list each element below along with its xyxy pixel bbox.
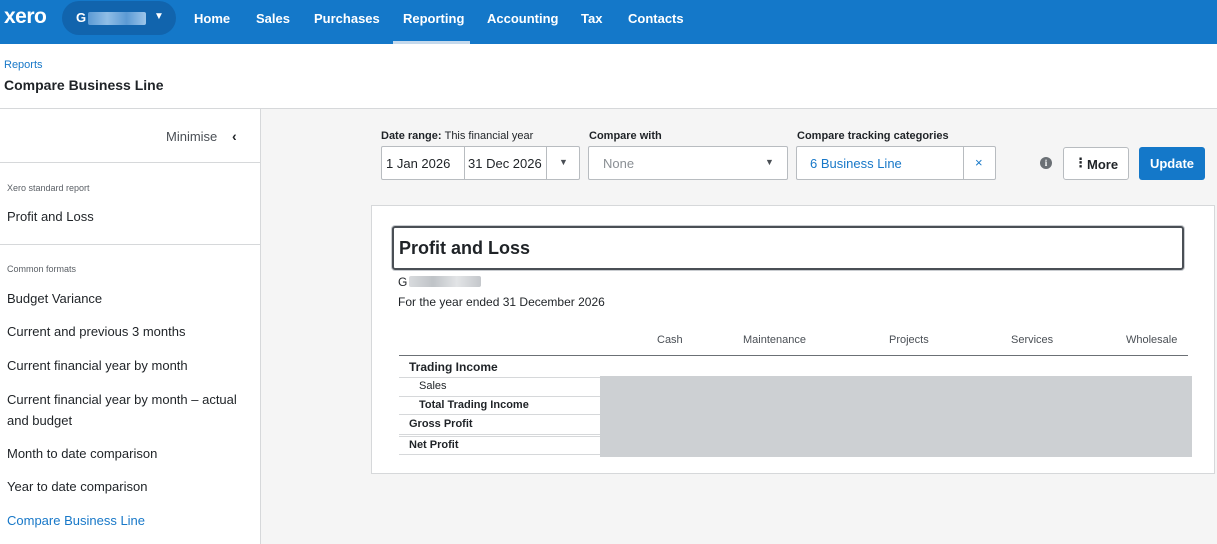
chevron-down-icon[interactable]: ▼ <box>559 157 568 167</box>
nav-home[interactable]: Home <box>194 11 230 26</box>
row-trading-income: Trading Income <box>409 360 498 374</box>
sidebar-item-compare-business-line[interactable]: Compare Business Line <box>7 510 247 531</box>
sidebar-item-budget-variance[interactable]: Budget Variance <box>7 288 247 309</box>
row-divider <box>399 414 600 415</box>
nav-tax[interactable]: Tax <box>581 11 602 26</box>
nav-purchases[interactable]: Purchases <box>314 11 380 26</box>
row-divider <box>399 396 600 397</box>
nav-contacts[interactable]: Contacts <box>628 11 684 26</box>
date-range-field: 1 Jan 2026 31 Dec 2026 ▼ <box>381 146 580 180</box>
row-divider <box>399 434 600 435</box>
top-navigation-bar: xero G ▼ Home Sales Purchases Reporting … <box>0 0 1217 44</box>
compare-with-label: Compare with <box>589 130 662 142</box>
report-sidebar: Minimise ‹ Xero standard report Profit a… <box>0 109 261 544</box>
org-name-redacted <box>88 12 146 25</box>
org-initial: G <box>76 10 87 25</box>
divider <box>0 244 260 245</box>
redacted-values-block <box>600 376 1192 457</box>
sidebar-item-current-fy-actual-and-budget[interactable]: Current financial year by month – actual… <box>7 389 247 431</box>
column-header-services: Services <box>1011 334 1054 346</box>
more-button-label: More <box>1087 157 1119 172</box>
update-button[interactable]: Update <box>1139 147 1205 180</box>
compare-with-value: None <box>603 156 635 171</box>
tracking-categories-value: 6 Business Line <box>810 156 902 171</box>
date-from-input[interactable]: 1 Jan 2026 <box>386 156 450 171</box>
divider <box>546 147 547 179</box>
date-range-label: Date range: This financial year <box>381 130 533 142</box>
divider <box>464 147 465 179</box>
xero-logo[interactable]: xero <box>4 6 47 30</box>
compare-with-select[interactable]: None ▼ <box>588 146 788 180</box>
report-org-initial: G <box>398 275 408 289</box>
report-title-input[interactable]: Profit and Loss <box>392 226 1184 270</box>
row-divider <box>399 436 600 437</box>
more-button[interactable]: ⋮ More <box>1063 147 1129 180</box>
page-title: Compare Business Line <box>4 77 164 93</box>
row-divider <box>399 377 600 378</box>
chevron-down-icon: ▼ <box>765 157 774 167</box>
report-card: Profit and Loss G For the year ended 31 … <box>371 205 1215 474</box>
minimise-label[interactable]: Minimise <box>166 129 217 144</box>
row-sales[interactable]: Sales <box>419 380 447 392</box>
section-heading-common: Common formats <box>7 264 77 274</box>
report-period: For the year ended 31 December 2026 <box>398 295 605 309</box>
sidebar-item-month-to-date[interactable]: Month to date comparison <box>7 443 247 464</box>
organisation-switcher[interactable]: G ▼ <box>62 1 176 35</box>
tracking-categories-label: Compare tracking categories <box>797 130 949 142</box>
date-range-label-text: Date range: <box>381 130 442 142</box>
row-net-profit: Net Profit <box>409 439 459 451</box>
nav-reporting[interactable]: Reporting <box>403 11 464 26</box>
report-org-name-redacted <box>409 276 481 287</box>
page-header: Reports Compare Business Line <box>0 44 1217 109</box>
nav-accounting[interactable]: Accounting <box>487 11 559 26</box>
sidebar-item-profit-and-loss[interactable]: Profit and Loss <box>7 206 247 227</box>
column-header-wholesale: Wholesale <box>1126 334 1178 346</box>
nav-sales[interactable]: Sales <box>256 11 290 26</box>
column-header-maintenance: Maintenance <box>743 334 806 346</box>
tracking-categories-select[interactable]: 6 Business Line × <box>796 146 996 180</box>
column-header-projects: Projects <box>889 334 929 346</box>
table-header-rule <box>399 355 1188 356</box>
row-total-trading-income: Total Trading Income <box>419 399 529 411</box>
column-header-cash: Cash <box>657 334 683 346</box>
sidebar-item-current-fy-by-month[interactable]: Current financial year by month <box>7 355 247 376</box>
chevron-left-icon[interactable]: ‹ <box>232 128 237 144</box>
report-title: Profit and Loss <box>399 238 531 258</box>
info-icon[interactable]: i <box>1040 157 1052 169</box>
chevron-down-icon: ▼ <box>154 11 164 22</box>
divider <box>0 162 260 163</box>
sidebar-item-year-to-date[interactable]: Year to date comparison <box>7 476 247 497</box>
breadcrumb-reports[interactable]: Reports <box>4 59 43 71</box>
date-range-preset: This financial year <box>444 130 534 142</box>
more-vertical-icon: ⋮ <box>1074 155 1087 170</box>
row-divider <box>399 454 600 455</box>
row-gross-profit: Gross Profit <box>409 418 473 430</box>
divider <box>963 147 964 179</box>
clear-icon[interactable]: × <box>975 155 983 170</box>
date-to-input[interactable]: 31 Dec 2026 <box>468 156 542 171</box>
sidebar-item-current-and-previous-3-months[interactable]: Current and previous 3 months <box>7 321 247 342</box>
section-heading-standard: Xero standard report <box>7 183 90 193</box>
